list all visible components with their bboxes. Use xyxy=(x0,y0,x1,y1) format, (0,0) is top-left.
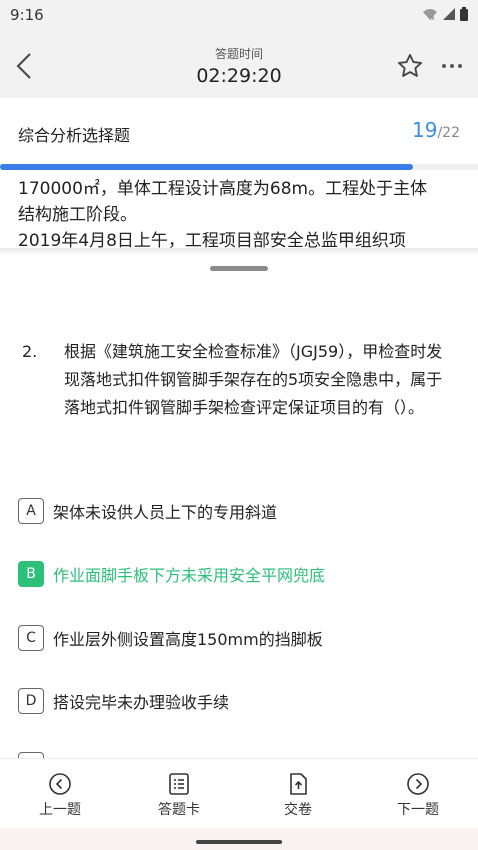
circle-chevron-left-icon xyxy=(49,773,71,795)
option-d[interactable]: D 搭设完毕未办理验收手续 xyxy=(18,686,458,716)
submit-paper-icon xyxy=(290,773,307,795)
progress-total: /22 xyxy=(437,125,460,141)
favorite-button[interactable] xyxy=(396,52,424,80)
progress-current: 19 xyxy=(412,118,438,142)
section-bar: 综合分析选择题 19/22 xyxy=(0,98,478,166)
header: 答题时间 02:29:20 xyxy=(0,32,478,98)
submit-label: 交卷 xyxy=(284,802,312,818)
question-text: 根据《建筑施工安全检查标准》（JGJ59），甲检查时发现落地式扣件钢管脚手架存在… xyxy=(64,342,443,417)
status-icons: x xyxy=(422,7,468,21)
section-title: 综合分析选择题 xyxy=(18,126,131,145)
option-text: 搭设完毕未办理验收手续 xyxy=(53,693,230,712)
wifi-icon: x xyxy=(423,9,437,21)
sheet-shadow xyxy=(0,248,478,256)
more-button[interactable] xyxy=(436,54,468,78)
answer-card-button[interactable]: 答题卡 xyxy=(139,771,219,819)
next-question-label: 下一题 xyxy=(397,802,439,818)
option-letter: C xyxy=(18,625,44,651)
status-bar: 9:16 x xyxy=(0,0,478,32)
option-letter: B xyxy=(18,561,44,587)
submit-button[interactable]: 交卷 xyxy=(258,771,338,819)
prev-question-button[interactable]: 上一题 xyxy=(20,771,100,819)
gesture-area xyxy=(0,828,478,850)
prev-question-label: 上一题 xyxy=(39,802,81,818)
option-a[interactable]: A 架体未设供人员上下的专用斜道 xyxy=(18,496,458,526)
answer-card-label: 答题卡 xyxy=(158,802,200,818)
option-text: 作业面脚手板下方未采用安全平网兜底 xyxy=(53,566,326,585)
drag-handle[interactable] xyxy=(210,266,268,271)
svg-text:x: x xyxy=(431,15,435,21)
question: 2. 根据《建筑施工安全检查标准》（JGJ59），甲检查时发现落地式扣件钢管脚手… xyxy=(22,338,452,422)
more-dot-icon xyxy=(450,64,454,68)
passage-line: 结构施工阶段。 xyxy=(18,205,137,225)
option-letter: A xyxy=(18,498,44,524)
option-text: 架体未设供人员上下的专用斜道 xyxy=(53,503,278,522)
option-text: 作业层外侧设置高度150mm的挡脚板 xyxy=(53,630,323,649)
option-letter: D xyxy=(18,688,44,714)
more-dot-icon xyxy=(458,64,462,68)
passage-line: 170000㎡，单体工程设计高度为68m。工程处于主体 xyxy=(18,179,428,199)
signal-icon xyxy=(443,8,455,20)
status-time: 9:16 xyxy=(10,6,44,24)
star-icon xyxy=(397,53,423,77)
bottom-nav: 上一题 答题卡 交卷 下一题 xyxy=(0,758,478,828)
circle-chevron-right-icon xyxy=(407,773,429,795)
option-b[interactable]: B 作业面脚手板下方未采用安全平网兜底 xyxy=(18,559,458,589)
question-progress: 19/22 xyxy=(412,118,460,142)
passage[interactable]: 170000㎡，单体工程设计高度为68m。工程处于主体 结构施工阶段。 2019… xyxy=(0,170,478,248)
passage-line: 2019年4月8日上午，工程项目部安全总监甲组织项 xyxy=(18,231,406,248)
answer-card-icon xyxy=(169,773,189,795)
home-gesture-bar[interactable] xyxy=(196,840,282,844)
battery-icon xyxy=(460,7,468,21)
option-c[interactable]: C 作业层外侧设置高度150mm的挡脚板 xyxy=(18,623,458,653)
more-dot-icon xyxy=(442,64,446,68)
next-question-button[interactable]: 下一题 xyxy=(378,771,458,819)
question-number: 2. xyxy=(22,342,38,361)
